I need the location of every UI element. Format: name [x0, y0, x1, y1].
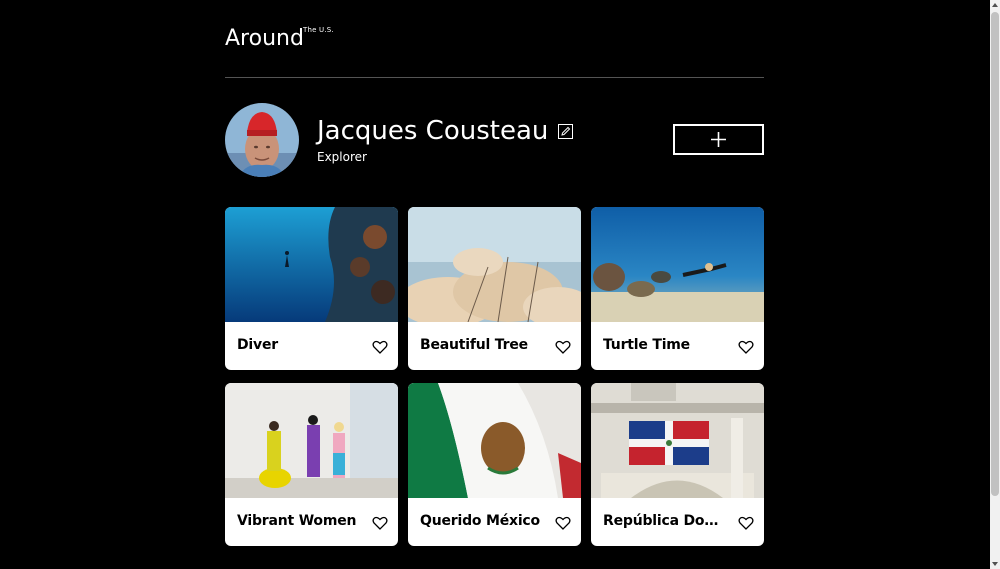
like-button[interactable] — [738, 515, 754, 531]
like-button[interactable] — [372, 339, 388, 355]
edit-profile-button[interactable] — [558, 124, 573, 139]
heart-icon — [372, 516, 388, 530]
scroll-down-arrow-icon[interactable] — [992, 562, 998, 566]
card-image-tree[interactable] — [408, 207, 581, 322]
vertical-scrollbar[interactable] — [990, 0, 1000, 569]
card-title: Querido México — [420, 513, 540, 529]
heart-icon — [738, 516, 754, 530]
card-image-mexico[interactable] — [408, 383, 581, 498]
profile-job: Explorer — [317, 150, 367, 164]
heart-icon — [738, 340, 754, 354]
card-title: República Dominicana — [603, 513, 729, 529]
like-button[interactable] — [555, 339, 571, 355]
card: Vibrant Women — [225, 383, 398, 546]
card: Beautiful Tree — [408, 207, 581, 370]
pencil-icon — [561, 126, 571, 136]
card: República Dominicana — [591, 383, 764, 546]
card-title: Diver — [237, 337, 278, 353]
profile-avatar[interactable] — [225, 103, 299, 177]
scroll-up-arrow-icon[interactable] — [992, 3, 998, 7]
card: Querido México — [408, 383, 581, 546]
card-image-women[interactable] — [225, 383, 398, 498]
logo-superscript: The U.S. — [303, 26, 334, 34]
logo: Around — [225, 26, 304, 51]
profile-name: Jacques Cousteau — [317, 116, 549, 146]
card-image-diver[interactable] — [225, 207, 398, 322]
card-image-turtle[interactable] — [591, 207, 764, 322]
card-image-dominican[interactable] — [591, 383, 764, 498]
card: Diver — [225, 207, 398, 370]
like-button[interactable] — [555, 515, 571, 531]
like-button[interactable] — [372, 515, 388, 531]
heart-icon — [372, 340, 388, 354]
heart-icon — [555, 516, 571, 530]
plus-icon — [711, 132, 726, 147]
card-title: Vibrant Women — [237, 513, 357, 529]
like-button[interactable] — [738, 339, 754, 355]
profile: Jacques Cousteau Explorer — [225, 78, 764, 206]
scroll-thumb[interactable] — [991, 12, 999, 496]
heart-icon — [555, 340, 571, 354]
page: Around The U.S. Jacques Cousteau Explore… — [225, 0, 764, 546]
add-card-button[interactable] — [673, 124, 764, 155]
header: Around The U.S. — [225, 0, 764, 78]
card-title: Turtle Time — [603, 337, 690, 353]
card-title: Beautiful Tree — [420, 337, 528, 353]
card: Turtle Time — [591, 207, 764, 370]
